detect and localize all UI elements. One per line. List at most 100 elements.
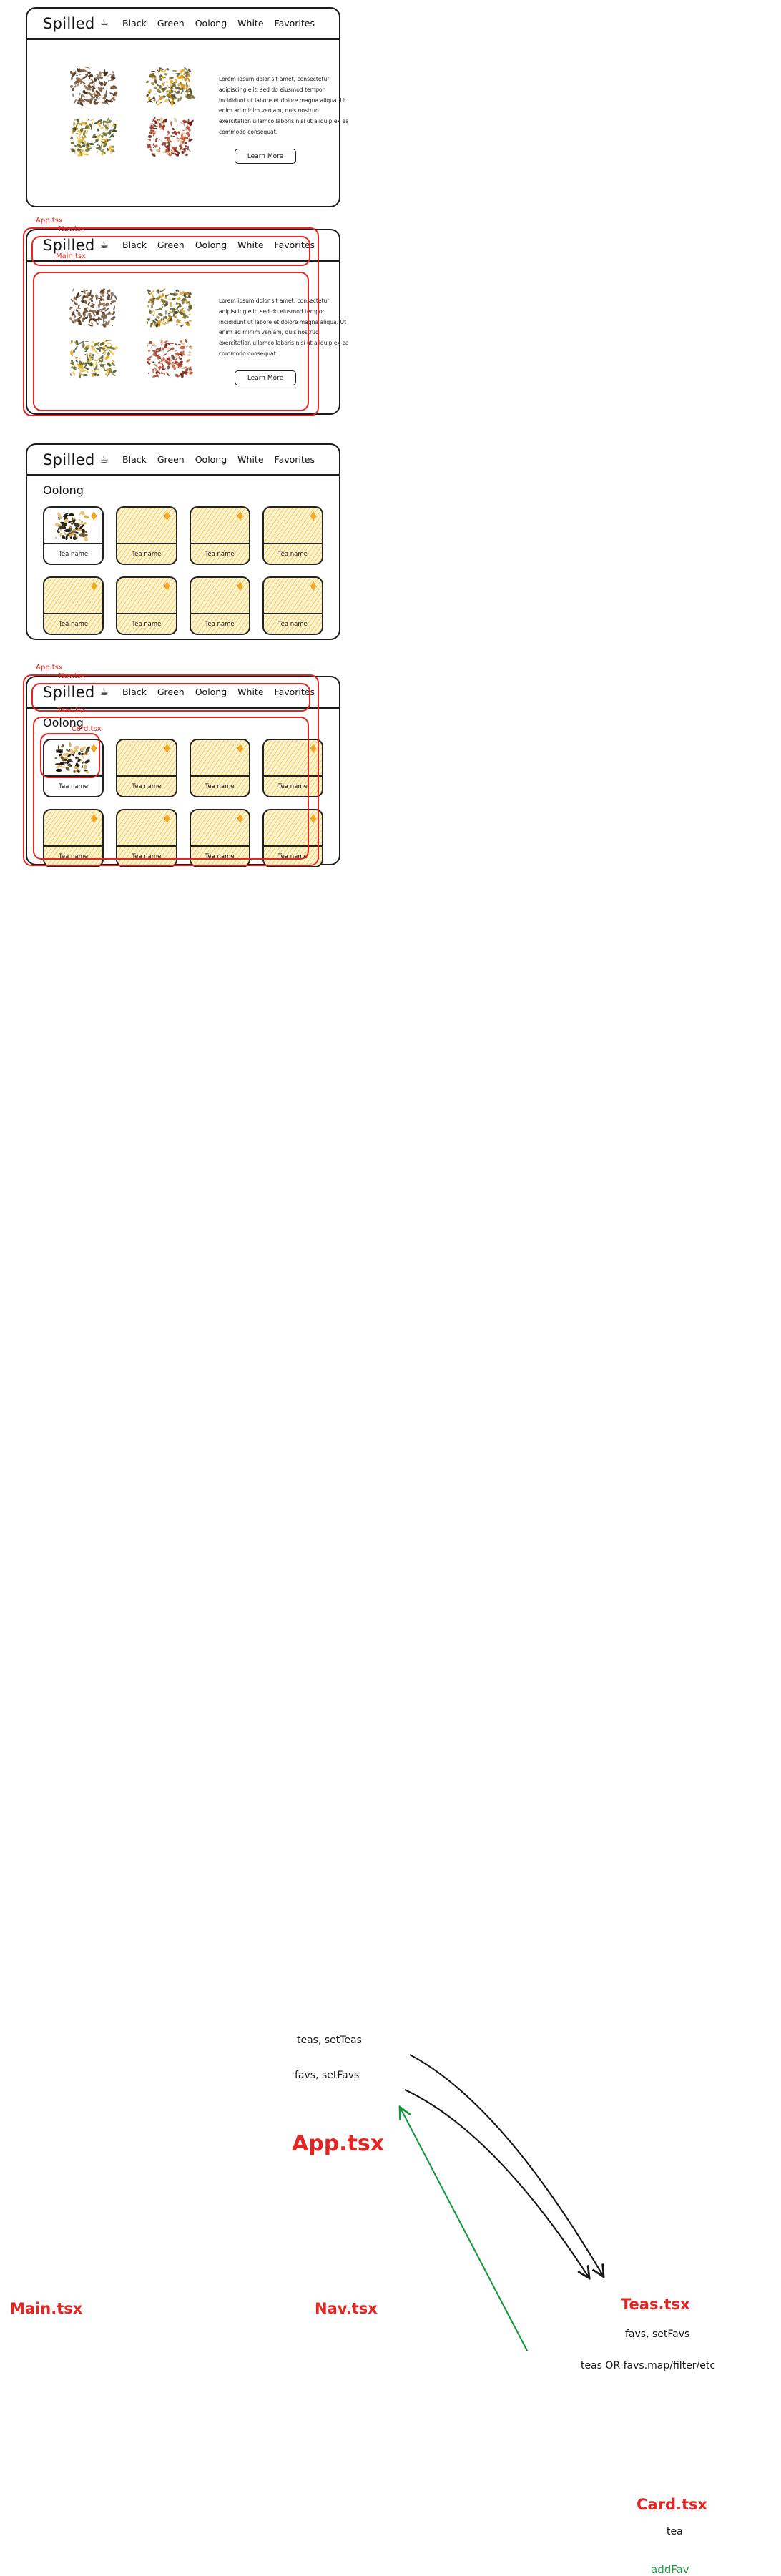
tea-image-oolong	[54, 334, 129, 383]
nav-item-green[interactable]: Green	[157, 454, 185, 465]
tea-card-name: Tea name	[264, 614, 322, 634]
tea-card-image	[191, 508, 249, 544]
nav-item-favorites[interactable]: Favorites	[275, 240, 315, 250]
tea-card[interactable]: Tea name	[262, 576, 323, 635]
tea-image-green	[131, 283, 206, 333]
favorite-diamond-icon[interactable]	[310, 744, 316, 753]
favorite-diamond-icon[interactable]	[237, 581, 243, 591]
tea-card[interactable]: Tea name	[116, 809, 177, 867]
nav-item-black[interactable]: Black	[122, 687, 147, 697]
tea-card-name: Tea name	[117, 614, 175, 634]
tea-card-name: Tea name	[264, 544, 322, 564]
nav-item-favorites[interactable]: Favorites	[275, 18, 315, 29]
favorite-diamond-icon[interactable]	[91, 814, 97, 823]
tea-card[interactable]: Tea name	[43, 506, 104, 565]
nav-item-white[interactable]: White	[237, 240, 263, 250]
favorite-diamond-icon[interactable]	[164, 814, 170, 823]
brand[interactable]: Spilled ☕	[43, 237, 109, 254]
learn-more-button[interactable]: Learn More	[235, 370, 296, 385]
tea-card[interactable]: Tea name	[262, 809, 323, 867]
nav-item-green[interactable]: Green	[157, 687, 185, 697]
tea-card-grid: Tea name Tea name Tea name Tea name Tea name…	[43, 506, 323, 635]
tea-card-name: Tea name	[117, 544, 175, 564]
tea-card-image	[117, 578, 175, 614]
component-data-flow-diagram: teas, setTeas favs, setFavs App.tsx Main…	[0, 1824, 781, 2351]
favorite-diamond-icon[interactable]	[237, 744, 243, 753]
tea-card-image	[191, 810, 249, 847]
tea-card[interactable]: Tea name	[43, 576, 104, 635]
brand[interactable]: Spilled ☕	[43, 684, 109, 701]
nav-item-favorites[interactable]: Favorites	[275, 687, 315, 697]
nav-links: Black Green Oolong White Favorites	[122, 240, 323, 250]
tea-card[interactable]: Tea name	[43, 739, 104, 797]
tea-image-black	[54, 62, 129, 111]
navbar: Spilled ☕ Black Green Oolong White Favor…	[27, 677, 339, 709]
favorite-diamond-icon[interactable]	[310, 581, 316, 591]
tea-card[interactable]: Tea name	[43, 809, 104, 867]
favorite-diamond-icon[interactable]	[310, 814, 316, 823]
tea-card-name: Tea name	[191, 614, 249, 634]
coffee-cup-icon: ☕	[100, 455, 109, 465]
nav-item-black[interactable]: Black	[122, 454, 147, 465]
tea-card[interactable]: Tea name	[190, 739, 250, 797]
tea-card-image	[44, 508, 102, 544]
hero-image-grid	[54, 283, 206, 383]
favorite-diamond-icon[interactable]	[164, 511, 170, 521]
tea-card[interactable]: Tea name	[262, 506, 323, 565]
annotation-label-app: App.tsx	[36, 217, 63, 225]
favorite-diamond-icon[interactable]	[237, 511, 243, 521]
tea-card-name: Tea name	[264, 777, 322, 796]
favorite-diamond-icon[interactable]	[164, 581, 170, 591]
nav-item-black[interactable]: Black	[122, 240, 147, 250]
tea-image-green	[131, 62, 206, 111]
brand[interactable]: Spilled ☕	[43, 15, 109, 32]
tea-card[interactable]: Tea name	[190, 809, 250, 867]
nav-item-favorites[interactable]: Favorites	[275, 454, 315, 465]
favorite-diamond-icon[interactable]	[91, 581, 97, 591]
diagram-node-card: Card.tsx	[637, 2496, 707, 2513]
wireframe-panel-hero: Spilled ☕ Black Green Oolong White Favor…	[26, 7, 340, 207]
tea-image-red	[131, 334, 206, 383]
nav-item-green[interactable]: Green	[157, 240, 185, 250]
nav-links: Black Green Oolong White Favorites	[122, 687, 323, 697]
nav-item-oolong[interactable]: Oolong	[195, 18, 227, 29]
tea-card-image	[191, 740, 249, 777]
diagram-teas-props-favs: favs, setFavs	[625, 2329, 689, 2340]
hero-section: Lorem ipsum dolor sit amet, consectetur …	[27, 40, 339, 206]
nav-item-oolong[interactable]: Oolong	[195, 240, 227, 250]
tea-card[interactable]: Tea name	[190, 506, 250, 565]
annotation-label-app: App.tsx	[36, 664, 63, 672]
nav-item-black[interactable]: Black	[122, 18, 147, 29]
tea-card-image	[264, 740, 322, 777]
nav-item-white[interactable]: White	[237, 18, 263, 29]
annotation-label-teas: Teas.tsx	[57, 707, 86, 714]
wireframe-panel-teas-annotated: Spilled ☕ Black Green Oolong White Favor…	[26, 676, 340, 865]
tea-card-name: Tea name	[191, 544, 249, 564]
tea-card-name: Tea name	[44, 847, 102, 866]
nav-item-white[interactable]: White	[237, 687, 263, 697]
tea-card-name: Tea name	[191, 777, 249, 796]
tea-card[interactable]: Tea name	[116, 576, 177, 635]
tea-card-image	[117, 508, 175, 544]
nav-item-oolong[interactable]: Oolong	[195, 687, 227, 697]
tea-image-red	[131, 112, 206, 162]
tea-card[interactable]: Tea name	[190, 576, 250, 635]
tea-card-image	[44, 740, 102, 777]
learn-more-button[interactable]: Learn More	[235, 149, 296, 164]
annotation-label-nav: Nav.tsx	[59, 225, 85, 233]
diagram-card-callback-addfav: addFav	[651, 2563, 689, 2576]
favorite-diamond-icon[interactable]	[237, 814, 243, 823]
favorite-diamond-icon[interactable]	[164, 744, 170, 753]
tea-card[interactable]: Tea name	[262, 739, 323, 797]
tea-card-name: Tea name	[191, 847, 249, 866]
nav-item-green[interactable]: Green	[157, 18, 185, 29]
nav-item-oolong[interactable]: Oolong	[195, 454, 227, 465]
tea-card[interactable]: Tea name	[116, 506, 177, 565]
diagram-teas-props-map: teas OR favs.map/filter/etc	[581, 2360, 715, 2371]
favorite-diamond-icon[interactable]	[310, 511, 316, 521]
nav-item-white[interactable]: White	[237, 454, 263, 465]
teas-section: Oolong Tea name Tea name Tea name Tea name T…	[27, 476, 339, 639]
tea-card-image	[264, 810, 322, 847]
brand[interactable]: Spilled ☕	[43, 451, 109, 468]
tea-card[interactable]: Tea name	[116, 739, 177, 797]
